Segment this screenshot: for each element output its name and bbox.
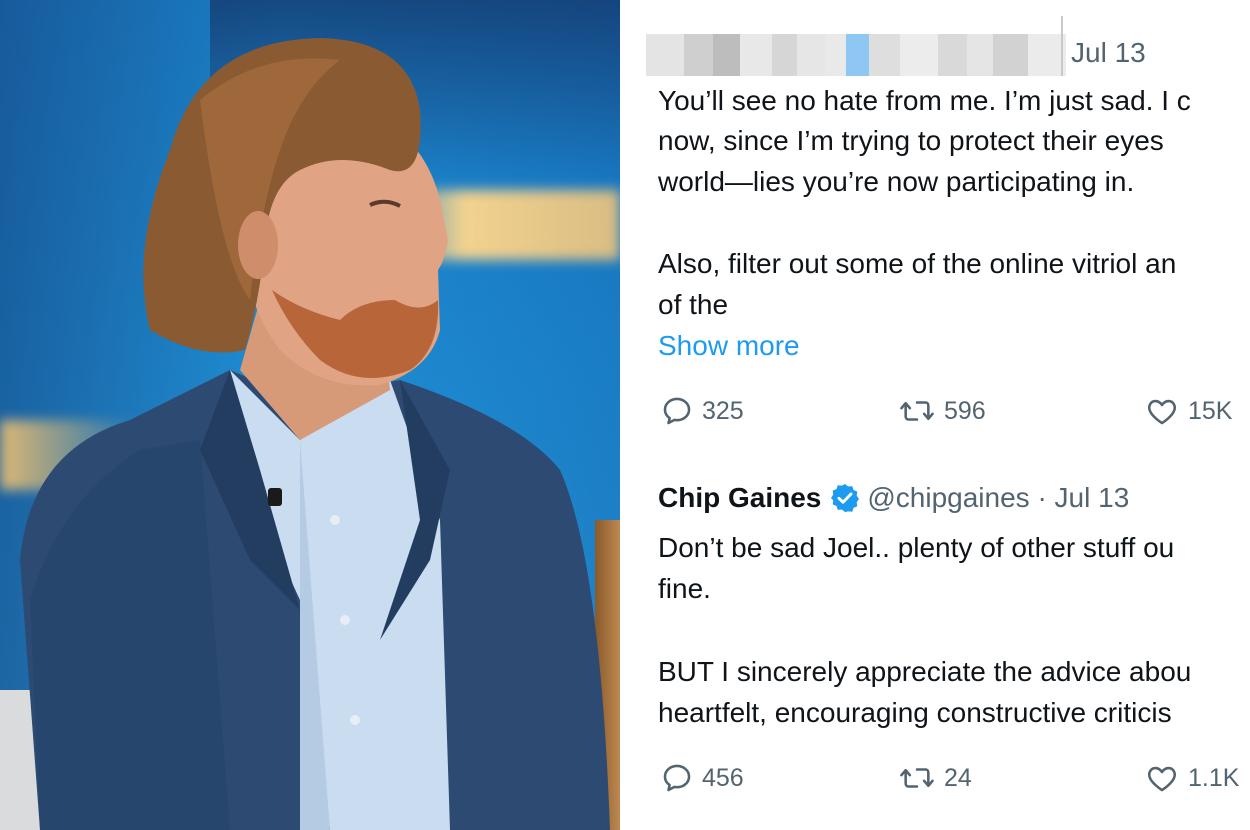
tweet2-retweet-count: 24 [944,763,972,792]
heart-icon [1148,766,1176,792]
tweet2-reply-count: 456 [702,763,744,792]
verified-badge-icon [831,484,860,512]
tweet1-line-3: world—lies you’re now participating in. [658,166,1135,197]
tweet2-header: Chip Gaines @chipgaines · Jul 13 [658,482,1129,514]
author-name[interactable]: Chip Gaines [658,482,821,514]
reply-icon [663,764,691,792]
redaction-edge [1061,16,1063,76]
retweet-icon [900,768,934,788]
tweet1-line-4: Also, filter out some of the online vitr… [658,248,1177,279]
tweet2-retweet-button[interactable]: 24 [898,761,972,795]
tweet1-retweet-count: 596 [944,396,986,425]
man-portrait [20,38,610,830]
retweet-icon [900,401,934,421]
tweet1-like-count: 15K [1188,396,1233,425]
tweet1-line-2: now, since I’m trying to protect their e… [658,125,1164,156]
tweet2-line-4: heartfelt, encouraging constructive crit… [658,697,1172,728]
tweet2-like-button[interactable]: 1.1K [1144,761,1239,795]
tweet1-like-button[interactable]: 15K [1144,394,1232,428]
tweet2-reply-button[interactable]: 456 [660,761,744,795]
show-more-link[interactable]: Show more [658,325,800,367]
reply-icon [663,397,691,425]
author-handle-date[interactable]: @chipgaines · Jul 13 [867,482,1129,514]
tv-studio-photo [0,0,620,830]
tweet1-reply-button[interactable]: 325 [660,394,744,428]
tweet1-date[interactable]: Jul 13 [1071,35,1146,71]
tweet2-line-2: fine. [658,573,711,604]
tweet2-like-count: 1.1K [1188,763,1240,792]
tweet1-line-1: You’ll see no hate from me. I’m just sad… [658,85,1191,116]
heart-icon [1148,399,1176,425]
tweet2-line-3: BUT I sincerely appreciate the advice ab… [658,656,1192,687]
tweet2-line-1: Don’t be sad Joel.. plenty of other stuf… [658,532,1175,563]
tweet1-reply-count: 325 [702,396,744,425]
tweet1-line-5: of the [658,289,729,320]
tweet-thread-screenshot: Jul 13 You’ll see no hate from me. I’m j… [624,0,1250,830]
tweet1-retweet-button[interactable]: 596 [898,394,986,428]
redacted-username [646,34,1067,76]
